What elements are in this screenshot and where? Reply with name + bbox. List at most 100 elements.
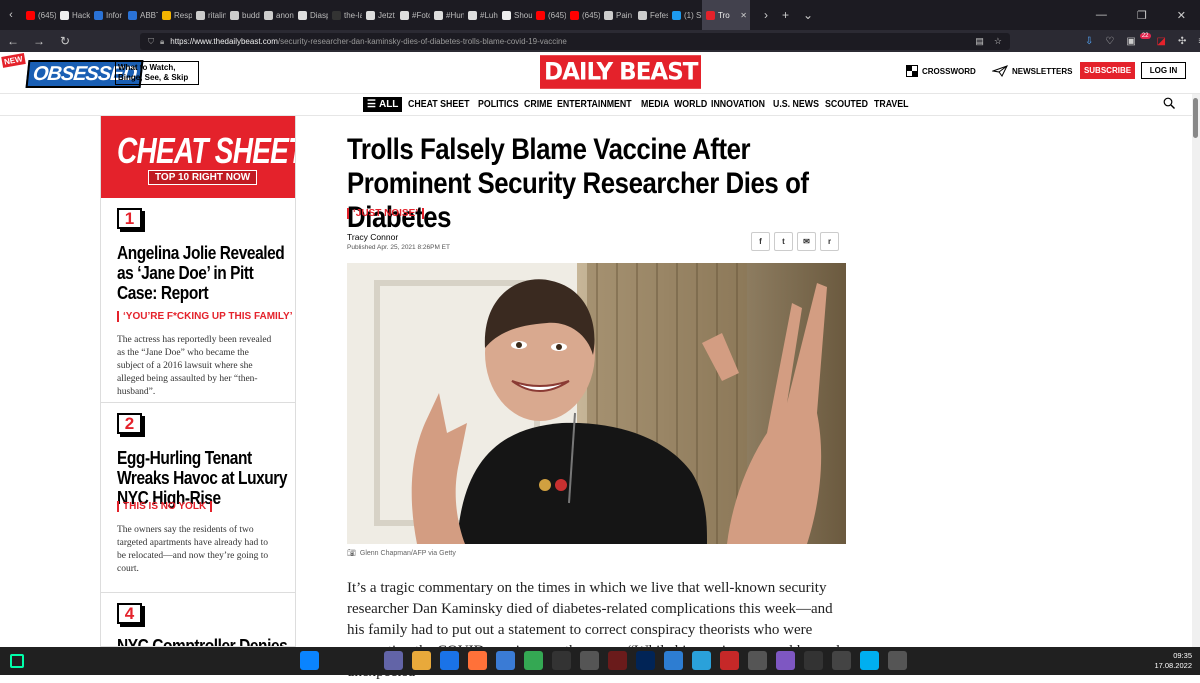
nav-item[interactable]: SCOUTED xyxy=(825,99,868,110)
browser-tab[interactable]: Hackers xyxy=(56,0,90,30)
shield-icon[interactable]: ⛉ xyxy=(148,37,154,47)
tab-scroll-right-icon[interactable]: › xyxy=(764,8,768,22)
bookmark-star-icon[interactable]: ☆ xyxy=(994,36,1002,47)
page-scrollbar[interactable] xyxy=(1192,94,1200,647)
task-view-icon[interactable] xyxy=(356,651,375,670)
security-icon[interactable] xyxy=(440,651,459,670)
powershell-icon[interactable] xyxy=(636,651,655,670)
browser-tab[interactable]: ABBT xyxy=(124,0,158,30)
app4-icon[interactable] xyxy=(720,651,739,670)
nav-item[interactable]: INNOVATION xyxy=(711,99,765,110)
browser-tab[interactable]: Diasp xyxy=(294,0,328,30)
extension-red-icon[interactable]: ◪ xyxy=(1157,36,1166,47)
article-author[interactable]: Tracy Connor xyxy=(347,232,398,242)
app3-icon[interactable] xyxy=(608,651,627,670)
item-title[interactable]: Angelina Jolie Revealed as ‘Jane Doe’ in… xyxy=(117,243,289,303)
crossword-link[interactable]: CROSSWORD xyxy=(906,65,976,77)
browser-tab[interactable]: budd xyxy=(226,0,260,30)
cheat-sheet-item[interactable]: 4 NYC Comptroller Denies xyxy=(101,593,295,646)
nav-item[interactable]: POLITICS xyxy=(478,99,519,110)
browser-tab[interactable]: Jetzt xyxy=(362,0,396,30)
windows-icon[interactable] xyxy=(300,651,319,670)
nav-item[interactable]: MEDIA xyxy=(641,99,669,110)
files-icon[interactable] xyxy=(412,651,431,670)
teams-icon[interactable] xyxy=(384,651,403,670)
browser-tab[interactable]: Shout xyxy=(498,0,532,30)
reddit-share-icon[interactable]: r xyxy=(820,232,839,251)
search-icon[interactable] xyxy=(328,651,347,670)
browser-tab[interactable]: (645) xyxy=(22,0,56,30)
downloads-icon[interactable]: ⇩ xyxy=(1085,36,1093,47)
lock-icon[interactable]: 🔒︎ xyxy=(160,37,164,47)
nav-item[interactable]: ENTERTAINMENT xyxy=(557,99,632,110)
chrome-icon[interactable] xyxy=(524,651,543,670)
nav-item[interactable]: CRIME xyxy=(524,99,552,110)
nav-item[interactable]: U.S. NEWS xyxy=(773,99,819,110)
app7-icon[interactable] xyxy=(888,651,907,670)
browser-tab[interactable]: Pain xyxy=(600,0,634,30)
browser-tab[interactable]: anony xyxy=(260,0,294,30)
forward-icon[interactable]: → xyxy=(26,34,52,48)
firefox-icon[interactable] xyxy=(468,651,487,670)
facebook-share-icon[interactable]: f xyxy=(751,232,770,251)
mail-icon[interactable] xyxy=(664,651,683,670)
restore-icon[interactable]: ❐ xyxy=(1137,9,1147,22)
browser-tab-active[interactable]: Tro ✕ xyxy=(702,0,750,30)
new-tab-icon[interactable]: + xyxy=(782,8,789,22)
extension-icon[interactable]: ▣ xyxy=(1126,36,1135,47)
browser-tab[interactable]: (645) xyxy=(532,0,566,30)
close-tab-icon[interactable]: ✕ xyxy=(740,11,747,20)
url-bar[interactable]: ⛉ 🔒︎ https://www.thedailybeast.com/secur… xyxy=(140,33,1010,50)
browser-tab[interactable]: #Luhr xyxy=(464,0,498,30)
browser-tab[interactable]: (645) xyxy=(566,0,600,30)
browser-tab[interactable]: the-last-c xyxy=(328,0,362,30)
telegram-icon[interactable] xyxy=(692,651,711,670)
all-sections-button[interactable]: ☰ ALL xyxy=(363,97,403,112)
close-window-icon[interactable]: ✕ xyxy=(1177,9,1186,22)
daily-beast-logo[interactable]: DAILY BEAST xyxy=(540,55,702,89)
login-button[interactable]: LOG IN xyxy=(1141,62,1186,79)
browser-tab[interactable]: (1) Sh xyxy=(668,0,702,30)
browser-tab[interactable]: #Foto xyxy=(396,0,430,30)
app2-icon[interactable] xyxy=(580,651,599,670)
pocket-icon[interactable]: ♡ xyxy=(1105,36,1114,47)
browser-tab[interactable]: Fefes xyxy=(634,0,668,30)
subscribe-button[interactable]: SUBSCRIBE xyxy=(1080,62,1135,79)
list-tabs-icon[interactable]: ⌄ xyxy=(803,8,813,22)
system-clock[interactable]: 09:35 17.08.2022 xyxy=(1150,651,1192,671)
terminal-icon[interactable] xyxy=(804,651,823,670)
nav-item[interactable]: WORLD xyxy=(674,99,707,110)
live-icon[interactable] xyxy=(552,651,571,670)
scrollbar-thumb[interactable] xyxy=(1193,98,1198,138)
browser-tab[interactable]: #Hun xyxy=(430,0,464,30)
nav-item[interactable]: TRAVEL xyxy=(874,99,909,110)
browser-tab[interactable]: Resp xyxy=(158,0,192,30)
app-icon[interactable] xyxy=(496,651,515,670)
skype-icon[interactable] xyxy=(860,651,879,670)
back-icon[interactable]: ← xyxy=(0,34,26,48)
tab-label: (1) Sh xyxy=(684,10,702,20)
cheat-sheet-item[interactable]: 1 Angelina Jolie Revealed as ‘Jane Doe’ … xyxy=(101,198,295,403)
minimize-icon[interactable]: — xyxy=(1096,9,1107,22)
cheat-sheet-item[interactable]: 2 Egg-Hurling Tenant Wreaks Havoc at Lux… xyxy=(101,403,295,593)
search-icon[interactable] xyxy=(1163,97,1175,109)
puzzle-icon[interactable]: ✣ xyxy=(1178,36,1186,47)
desktop-widget-icon[interactable] xyxy=(10,654,24,668)
nav-item[interactable]: CHEAT SHEET xyxy=(408,99,469,110)
tab-scroll-left-icon[interactable]: ‹ xyxy=(0,9,22,21)
twitter-share-icon[interactable]: t xyxy=(774,232,793,251)
reader-view-icon[interactable]: ▤ xyxy=(975,36,984,47)
app5-icon[interactable] xyxy=(748,651,767,670)
item-title[interactable]: NYC Comptroller Denies xyxy=(117,636,289,646)
newsletters-link[interactable]: NEWSLETTERS xyxy=(992,65,1072,77)
cheat-sheet-header[interactable]: CHEAT SHEET TOP 10 RIGHT NOW xyxy=(101,116,295,198)
browser-tab[interactable]: ritalin xyxy=(192,0,226,30)
obsessed-tagline[interactable]: What to Watch, Binge, See, & Skip xyxy=(115,61,199,85)
browser-tab[interactable]: Infor xyxy=(90,0,124,30)
share-buttons: f t ✉ r xyxy=(751,232,839,251)
library-icon[interactable] xyxy=(832,651,851,670)
reload-icon[interactable]: ↻ xyxy=(52,34,78,48)
item-title[interactable]: Egg-Hurling Tenant Wreaks Havoc at Luxur… xyxy=(117,448,289,508)
app6-icon[interactable] xyxy=(776,651,795,670)
email-share-icon[interactable]: ✉ xyxy=(797,232,816,251)
